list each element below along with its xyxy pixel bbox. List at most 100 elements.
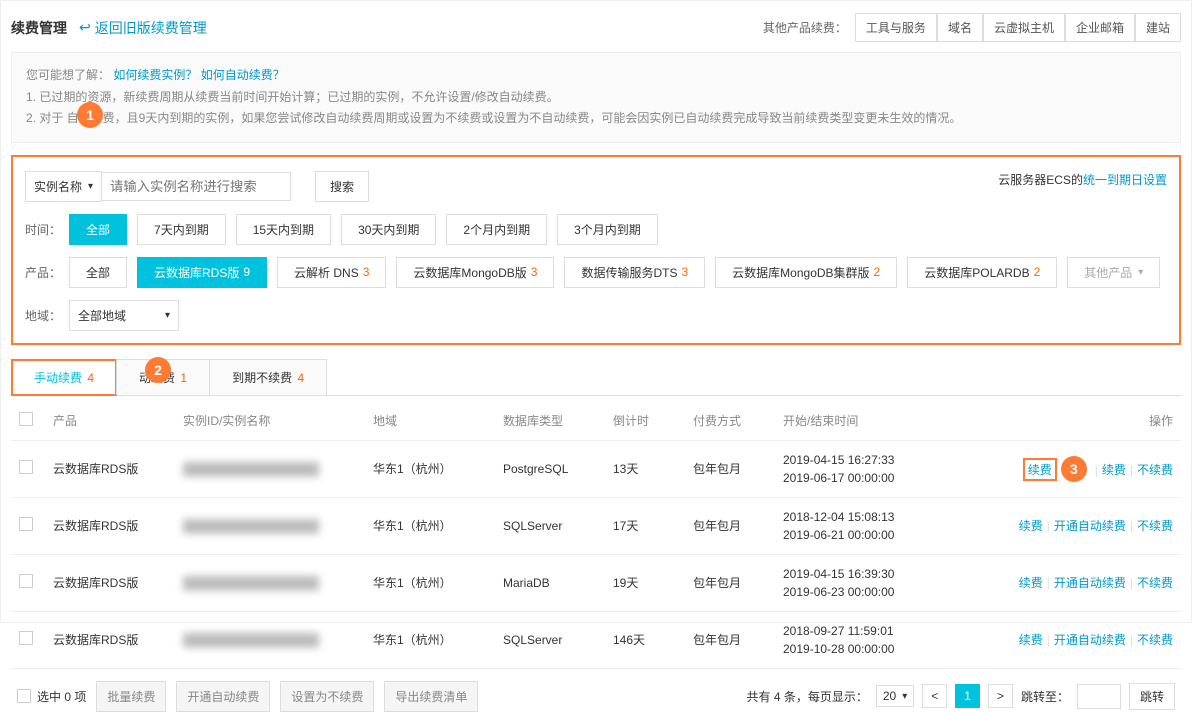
product-pill-name: 云数据库MongoDB集群版 (732, 264, 869, 281)
cell-paytype: 包年包月 (693, 517, 783, 534)
tab-no-renew[interactable]: 到期不续费 4 (209, 359, 327, 395)
page-prev[interactable]: < (922, 684, 947, 708)
page-1[interactable]: 1 (955, 684, 980, 708)
tab-label: 手动续费 (34, 371, 82, 385)
cell-time: 2019-04-15 16:27:33 2019-06-17 00:00:00 (783, 451, 963, 487)
op-enable-auto[interactable]: 开通自动续费 (1054, 576, 1126, 590)
cell-product: 云数据库RDS版 (53, 517, 183, 534)
th-instance-id: 实例ID/实例名称 (183, 412, 373, 429)
top-tab-mail[interactable]: 企业邮箱 (1065, 13, 1135, 42)
info-link-2[interactable]: 如何自动续费？ (201, 68, 285, 82)
back-link-label: 返回旧版续费管理 (95, 18, 207, 38)
top-tab-vhost[interactable]: 云虚拟主机 (983, 13, 1065, 42)
op-renew[interactable]: 续费 (1019, 576, 1043, 590)
tab-manual-renew[interactable]: 手动续费 4 (11, 359, 117, 396)
cell-end-time: 2019-10-28 00:00:00 (783, 640, 963, 658)
info-link-1[interactable]: 如何续费实例？ (113, 68, 197, 82)
jump-page-input[interactable] (1077, 684, 1121, 709)
product-pill-name: 云数据库RDS版 (154, 264, 239, 281)
top-tab-site[interactable]: 建站 (1135, 13, 1181, 42)
row-checkbox[interactable] (19, 631, 33, 645)
region-filter-row: 地域： 全部地域 ▾ (25, 300, 1167, 331)
row-checkbox[interactable] (19, 460, 33, 474)
time-pill-all[interactable]: 全部 (69, 214, 127, 245)
enable-auto-renew-button[interactable]: 开通自动续费 (176, 681, 270, 712)
time-pill-15d[interactable]: 15天内到期 (236, 214, 331, 245)
filter-right-prefix: 云服务器ECS的 (998, 173, 1083, 187)
select-all-checkbox[interactable] (19, 412, 33, 426)
page-next[interactable]: > (988, 684, 1013, 708)
renew-tabs: 手动续费 4 动续费 1 到期不续费 4 2 (11, 359, 1181, 396)
time-pill-2m[interactable]: 2个月内到期 (446, 214, 547, 245)
product-pill-mongo-cluster[interactable]: 云数据库MongoDB集群版 2 (715, 257, 897, 288)
page-size-value: 20 (883, 689, 896, 703)
op-renew[interactable]: 续费 (1019, 633, 1043, 647)
op-no-renew[interactable]: 不续费 (1137, 519, 1173, 533)
cell-instance-id: ████████████████ (183, 462, 373, 476)
product-pill-name: 云解析 DNS (294, 264, 359, 281)
region-select-value: 全部地域 (78, 307, 126, 324)
product-pill-mongo[interactable]: 云数据库MongoDB版 3 (396, 257, 554, 288)
region-select[interactable]: 全部地域 ▾ (69, 300, 179, 331)
batch-renew-button[interactable]: 批量续费 (96, 681, 166, 712)
th-time: 开始/结束时间 (783, 412, 963, 430)
footer-select-all-checkbox[interactable] (17, 689, 31, 703)
op-renew[interactable]: 续费 (1028, 463, 1052, 477)
product-pill-polardb[interactable]: 云数据库POLARDB 2 (907, 257, 1057, 288)
time-pill-3m[interactable]: 3个月内到期 (557, 214, 658, 245)
back-link[interactable]: ↩ 返回旧版续费管理 (79, 18, 207, 38)
top-tab-tools[interactable]: 工具与服务 (855, 13, 937, 42)
cell-instance-id: ████████████████ (183, 633, 373, 647)
product-pill-name: 数据传输服务DTS (581, 264, 677, 281)
product-pill-other[interactable]: 其他产品 ▾ (1067, 257, 1160, 288)
row-checkbox[interactable] (19, 517, 33, 531)
jump-button[interactable]: 跳转 (1129, 683, 1175, 710)
table-row: 云数据库RDS版 ████████████████ 华东1（杭州） SQLSer… (11, 498, 1181, 555)
cell-time: 2018-12-04 15:08:13 2019-06-21 00:00:00 (783, 508, 963, 544)
callout-marker-1: 1 (77, 102, 103, 128)
search-input[interactable] (101, 172, 291, 201)
time-filter-row: 时间： 全部 7天内到期 15天内到期 30天内到期 2个月内到期 3个月内到期 (25, 214, 1167, 245)
table-footer: 选中 0 项 批量续费 开通自动续费 设置为不续费 导出续费清单 共有 4 条，… (11, 669, 1181, 712)
info-line-1: 1. 已过期的资源，新续费周期从续费当前时间开始计算；已过期的实例，不允许设置/… (26, 87, 1166, 109)
product-pill-dts[interactable]: 数据传输服务DTS 3 (564, 257, 705, 288)
jump-label: 跳转至： (1021, 688, 1069, 705)
page-title: 续费管理 (11, 18, 67, 38)
product-pill-rds[interactable]: 云数据库RDS版 9 (137, 257, 267, 288)
op-no-renew[interactable]: 不续费 (1137, 463, 1173, 477)
time-pill-30d[interactable]: 30天内到期 (341, 214, 436, 245)
top-bar: 续费管理 ↩ 返回旧版续费管理 其他产品续费： 工具与服务 域名 云虚拟主机 企… (11, 9, 1181, 52)
set-no-renew-button[interactable]: 设置为不续费 (280, 681, 374, 712)
cell-paytype: 包年包月 (693, 574, 783, 591)
search-button[interactable]: 搜索 (315, 171, 369, 202)
cell-product: 云数据库RDS版 (53, 631, 183, 648)
cell-countdown: 19天 (613, 574, 693, 591)
product-pill-dns[interactable]: 云解析 DNS 3 (277, 257, 386, 288)
table-row: 云数据库RDS版 ████████████████ 华东1（杭州） SQLSer… (11, 612, 1181, 669)
op-enable-auto[interactable]: 开通自动续费 (1054, 633, 1126, 647)
th-paytype: 付费方式 (693, 412, 783, 429)
row-checkbox[interactable] (19, 574, 33, 588)
product-pill-count: 2 (874, 265, 881, 279)
export-renew-list-button[interactable]: 导出续费清单 (384, 681, 478, 712)
cell-ops: 续费|开通自动续费|不续费 (983, 517, 1173, 534)
op-enable-auto[interactable]: 开通自动续费 (1054, 519, 1126, 533)
top-tab-domain[interactable]: 域名 (937, 13, 983, 42)
cell-end-time: 2019-06-17 00:00:00 (783, 469, 963, 487)
search-type-select[interactable]: 实例名称 ▾ (25, 171, 102, 202)
total-text: 共有 4 条，每页显示： (747, 688, 868, 705)
page-size-select[interactable]: 20 ▾ (876, 685, 914, 707)
cell-region: 华东1（杭州） (373, 631, 503, 648)
op-no-renew[interactable]: 不续费 (1137, 576, 1173, 590)
time-pill-7d[interactable]: 7天内到期 (137, 214, 226, 245)
op-no-renew[interactable]: 不续费 (1137, 633, 1173, 647)
product-pill-all[interactable]: 全部 (69, 257, 127, 288)
uniform-expire-link[interactable]: 统一到期日设置 (1083, 173, 1167, 187)
cell-time: 2019-04-15 16:39:30 2019-06-23 00:00:00 (783, 565, 963, 601)
cell-start-time: 2019-04-15 16:39:30 (783, 565, 963, 583)
cell-time: 2018-09-27 11:59:01 2019-10-28 00:00:00 (783, 622, 963, 658)
op-enable-auto[interactable]: 续费 (1102, 463, 1126, 477)
cell-dbtype: MariaDB (503, 576, 613, 590)
tab-count: 4 (297, 371, 304, 385)
op-renew[interactable]: 续费 (1019, 519, 1043, 533)
